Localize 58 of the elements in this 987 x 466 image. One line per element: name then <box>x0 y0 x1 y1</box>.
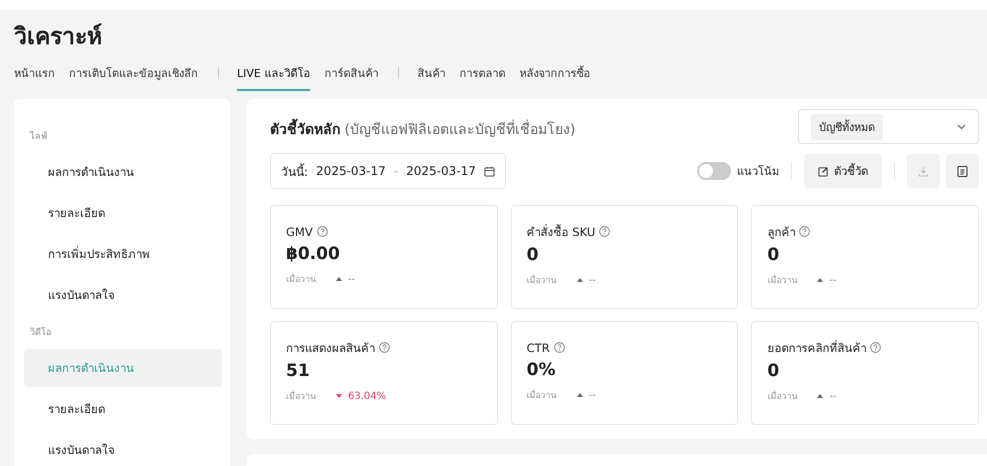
metric-value: 0% <box>526 360 557 380</box>
compare-label: เมื่อวาน <box>526 273 557 287</box>
nav-tab[interactable]: หลังจากการซื้อ <box>519 56 590 90</box>
edit-icon <box>818 166 829 176</box>
date-range-field[interactable]: วันนี้: 2025-03-17 - 2025-03-17 <box>270 153 506 189</box>
panel-title: ตัวชี้วัดหลัก (บัญชีแอฟฟิลิเอตและบัญชีที่เชื่อมโยง) <box>270 120 576 138</box>
metric-change: 63.04% <box>348 390 386 402</box>
page-title: วิเคราะห์ <box>14 22 103 52</box>
compare-label: เมื่อวาน <box>286 389 316 403</box>
sidebar-item[interactable]: รายละเอียด <box>24 390 222 428</box>
sidebar-item[interactable]: รายละเอียด <box>24 194 222 232</box>
metrics-button[interactable]: ตัวชี้วัด <box>804 154 882 188</box>
metric-label: คำสั่งซื้อ SKU <box>526 225 596 239</box>
metric-change: -- <box>829 390 837 402</box>
metric-change: -- <box>588 390 596 400</box>
help-icon[interactable] <box>316 226 328 237</box>
help-icon[interactable] <box>379 342 390 353</box>
compare-label: เมื่อวาน <box>767 389 798 403</box>
metric-label: ลูกค้า <box>767 225 796 239</box>
metric-label: CTR <box>526 341 550 355</box>
nav-tab[interactable]: การตลาด <box>459 56 506 90</box>
nav-tab[interactable]: การ์ดสินค้า <box>324 56 378 90</box>
compare-label: เมื่อวาน <box>286 272 316 286</box>
sidebar-item[interactable]: แรงบันดาลใจ <box>24 276 222 314</box>
trend-toggle[interactable] <box>697 162 731 180</box>
clipboard-button[interactable] <box>946 154 979 188</box>
metric-change: -- <box>829 274 837 286</box>
metric-value: 0 <box>526 245 540 265</box>
metric-value: 51 <box>286 361 311 381</box>
nav-tab[interactable]: การเติบโตและข้อมูลเชิงลึก <box>69 56 198 90</box>
sidebar-item[interactable]: แรงบันดาลใจ <box>24 431 222 466</box>
clipboard-icon <box>957 165 968 177</box>
nav-tab[interactable]: หน้าแรก <box>14 56 55 90</box>
metric-value: 0 <box>767 245 780 265</box>
sidebar-heading: วิดีโอ <box>29 326 52 340</box>
sidebar-heading: ไลฟ์ <box>28 130 48 144</box>
metric-label: ยอดการคลิกที่สินค้า <box>767 341 866 355</box>
compare-label: เมื่อวาน <box>767 273 798 287</box>
calendar-icon <box>484 166 495 176</box>
metric-value: 0 <box>767 361 780 381</box>
help-icon[interactable] <box>554 342 565 353</box>
metric-label: การแสดงผลสินค้า <box>286 341 375 355</box>
trend-label: แนวโน้ม <box>737 164 779 180</box>
compare-label: เมื่อวาน <box>526 388 557 402</box>
help-icon[interactable] <box>799 226 810 237</box>
metric-change: -- <box>348 274 356 284</box>
sidebar-item[interactable]: ผลการดำเนินงาน <box>24 153 222 191</box>
sidebar-item[interactable]: การเพิ่มประสิทธิภาพ <box>24 235 222 273</box>
metric-change: -- <box>588 274 596 286</box>
download-icon <box>918 166 929 176</box>
nav-tab[interactable]: LIVE และวิดีโอ <box>237 56 310 90</box>
nav-tab[interactable]: สินค้า <box>417 56 446 90</box>
metric-label: GMV <box>286 225 313 239</box>
help-icon[interactable] <box>870 342 882 353</box>
chevron-down-icon <box>957 124 966 130</box>
account-select[interactable]: บัญชีทั้งหมด <box>798 109 979 144</box>
metric-value: ฿0.00 <box>286 244 341 264</box>
help-icon[interactable] <box>599 226 610 237</box>
